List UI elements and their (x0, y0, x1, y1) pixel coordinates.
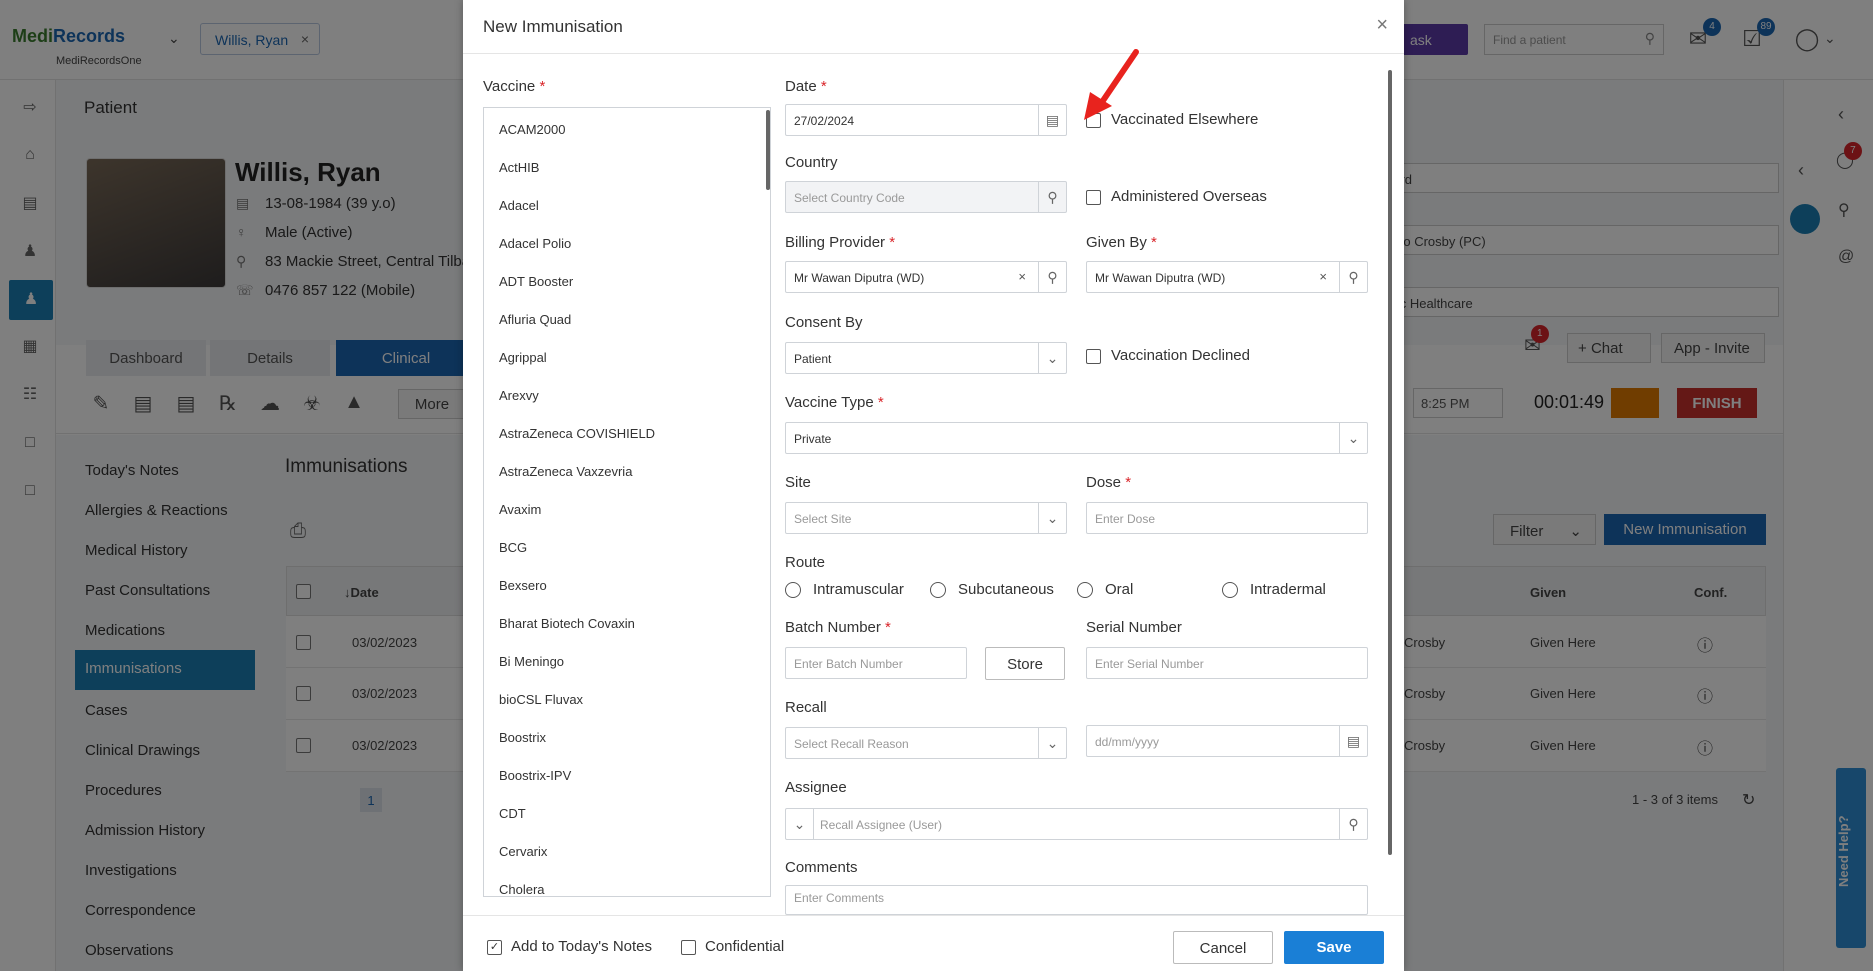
calendar-icon[interactable]: ▤ (1038, 105, 1066, 135)
administered-overseas-label: Administered Overseas (1111, 188, 1267, 205)
dialog-title: New Immunisation (483, 17, 623, 36)
dialog-scrollbar[interactable] (1388, 70, 1392, 855)
close-icon[interactable]: × (1376, 14, 1388, 37)
cancel-button[interactable]: Cancel (1173, 931, 1273, 964)
list-item[interactable]: Bharat Biotech Covaxin (499, 616, 635, 631)
list-item[interactable]: CDT (499, 806, 526, 821)
recall-label: Recall (785, 699, 827, 716)
chevron-down-icon[interactable]: ⌄ (1038, 343, 1066, 373)
list-item[interactable]: Agrippal (499, 350, 547, 365)
clear-icon[interactable]: × (1319, 269, 1327, 284)
save-button[interactable]: Save (1284, 931, 1384, 964)
list-item[interactable]: Adacel (499, 198, 539, 213)
given-by-label: Given By * (1086, 234, 1157, 251)
assignee-input[interactable]: ⌄ Recall Assignee (User) ⚲ (785, 808, 1368, 840)
list-item[interactable]: Cholera (499, 882, 545, 896)
vaccine-type-select[interactable]: Private ⌄ (785, 422, 1368, 454)
chevron-down-icon[interactable]: ⌄ (1038, 728, 1066, 758)
list-item[interactable]: AstraZeneca Vaxzevria (499, 464, 632, 479)
list-item[interactable]: bioCSL Fluvax (499, 692, 583, 707)
vaccine-type-label: Vaccine Type * (785, 394, 884, 411)
list-item[interactable]: Bexsero (499, 578, 547, 593)
add-to-notes-checkbox[interactable]: ✓ (487, 940, 502, 955)
dose-label: Dose * (1086, 474, 1132, 491)
route-subcutaneous-radio[interactable] (930, 582, 946, 598)
route-option-label: Intramuscular (813, 581, 904, 598)
list-item[interactable]: Boostrix (499, 730, 546, 745)
administered-overseas-checkbox[interactable] (1086, 190, 1101, 205)
vaccine-list[interactable]: ACAM2000 ActHIB Adacel Adacel Polio ADT … (483, 107, 771, 897)
list-item[interactable]: Boostrix-IPV (499, 768, 571, 783)
list-item[interactable]: Avaxim (499, 502, 541, 517)
calendar-icon[interactable]: ▤ (1339, 726, 1367, 756)
list-item[interactable]: Cervarix (499, 844, 547, 859)
site-select[interactable]: Select Site ⌄ (785, 502, 1067, 534)
clear-icon[interactable]: × (1018, 269, 1026, 284)
date-label: Date * (785, 78, 827, 95)
serial-number-input[interactable]: Enter Serial Number (1086, 647, 1368, 679)
chevron-down-icon[interactable]: ⌄ (1038, 503, 1066, 533)
billing-provider-label: Billing Provider * (785, 234, 896, 251)
confidential-checkbox[interactable] (681, 940, 696, 955)
consent-by-select[interactable]: Patient ⌄ (785, 342, 1067, 374)
search-icon[interactable]: ⚲ (1038, 182, 1066, 212)
batch-number-label: Batch Number * (785, 619, 891, 636)
list-item[interactable]: ADT Booster (499, 274, 573, 289)
route-option-label: Intradermal (1250, 581, 1326, 598)
list-item[interactable]: Bi Meningo (499, 654, 564, 669)
list-item[interactable]: Adacel Polio (499, 236, 571, 251)
route-oral-radio[interactable] (1077, 582, 1093, 598)
list-item[interactable]: Arexvy (499, 388, 539, 403)
country-label: Country (785, 154, 838, 171)
route-option-label: Oral (1105, 581, 1134, 598)
serial-number-label: Serial Number (1086, 619, 1182, 636)
comments-input[interactable]: Enter Comments (785, 885, 1368, 915)
vaccination-declined-label: Vaccination Declined (1111, 347, 1250, 364)
country-input[interactable]: Select Country Code ⚲ (785, 181, 1067, 213)
recall-reason-select[interactable]: Select Recall Reason ⌄ (785, 727, 1067, 759)
confidential-label: Confidential (705, 938, 785, 955)
comments-label: Comments (785, 859, 858, 876)
consent-by-label: Consent By (785, 314, 863, 331)
route-intramuscular-radio[interactable] (785, 582, 801, 598)
route-intradermal-radio[interactable] (1222, 582, 1238, 598)
vaccine-label: Vaccine * (483, 78, 546, 95)
add-to-notes-label: Add to Today's Notes (511, 938, 653, 955)
route-option-label: Subcutaneous (958, 581, 1054, 598)
store-button[interactable]: Store (985, 647, 1065, 680)
list-item[interactable]: ACAM2000 (499, 122, 565, 137)
assignee-label: Assignee (785, 779, 847, 796)
list-item[interactable]: AstraZeneca COVISHIELD (499, 426, 655, 441)
vaccination-declined-checkbox[interactable] (1086, 349, 1101, 364)
given-by-input[interactable]: Mr Wawan Diputra (WD) × ⚲ (1086, 261, 1368, 293)
vaccine-list-scrollbar[interactable] (766, 110, 770, 190)
search-icon[interactable]: ⚲ (1339, 809, 1367, 839)
list-item[interactable]: ActHIB (499, 160, 539, 175)
list-item[interactable]: Afluria Quad (499, 312, 571, 327)
search-icon[interactable]: ⚲ (1339, 262, 1367, 292)
batch-number-input[interactable]: Enter Batch Number (785, 647, 967, 679)
billing-provider-input[interactable]: Mr Wawan Diputra (WD) × ⚲ (785, 261, 1067, 293)
chevron-down-icon[interactable]: ⌄ (1339, 423, 1367, 453)
list-item[interactable]: BCG (499, 540, 527, 555)
search-icon[interactable]: ⚲ (1038, 262, 1066, 292)
recall-date-input[interactable]: dd/mm/yyyy ▤ (1086, 725, 1368, 757)
new-immunisation-dialog: New Immunisation × Vaccine * ACAM2000 Ac… (463, 0, 1404, 971)
chevron-down-icon[interactable]: ⌄ (786, 809, 814, 839)
site-label: Site (785, 474, 811, 491)
annotation-arrow-icon (1084, 49, 1139, 120)
dose-input[interactable]: Enter Dose (1086, 502, 1368, 534)
date-input[interactable]: 27/02/2024 ▤ (785, 104, 1067, 136)
route-label: Route (785, 554, 826, 571)
